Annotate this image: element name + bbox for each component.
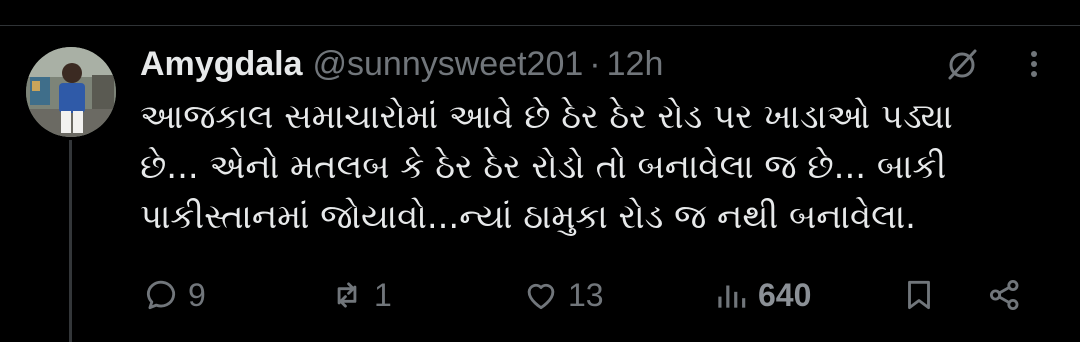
views-icon xyxy=(718,285,746,308)
more-button[interactable] xyxy=(1016,44,1052,84)
reply-count: 9 xyxy=(188,276,206,313)
retweet-button[interactable]: 1 xyxy=(328,270,392,320)
user-handle[interactable]: @sunnysweet201 xyxy=(313,42,584,86)
bookmark-icon xyxy=(908,280,930,310)
grok-button[interactable] xyxy=(942,44,982,84)
bookmark-button[interactable] xyxy=(900,270,938,320)
retweet-count: 1 xyxy=(374,276,392,313)
views-count: 640 xyxy=(758,276,812,313)
tweet-header: Amygdala @sunnysweet201 · 12h xyxy=(140,42,663,86)
reply-icon xyxy=(146,280,176,310)
avatar[interactable] xyxy=(26,47,116,137)
views-button[interactable]: 640 xyxy=(712,270,811,320)
top-divider xyxy=(0,25,1080,26)
action-bar: 9 1 13 640 xyxy=(0,270,1080,320)
like-button[interactable]: 13 xyxy=(522,270,604,320)
like-count: 13 xyxy=(568,276,604,313)
reply-button[interactable]: 9 xyxy=(142,270,206,320)
display-name[interactable]: Amygdala xyxy=(140,42,303,86)
retweet-icon xyxy=(337,282,357,308)
share-button[interactable] xyxy=(986,270,1024,320)
separator-dot: · xyxy=(589,45,601,83)
tweet-text: આજકાલ સમાચારોમાં આવે છે ઠેર ઠેર રોડ પર ખ… xyxy=(140,97,953,237)
avatar-image xyxy=(26,47,116,137)
grok-icon xyxy=(948,49,977,80)
share-icon xyxy=(989,279,1019,311)
more-icon xyxy=(1031,51,1037,77)
timestamp[interactable]: 12h xyxy=(607,42,664,86)
heart-icon xyxy=(527,283,555,310)
